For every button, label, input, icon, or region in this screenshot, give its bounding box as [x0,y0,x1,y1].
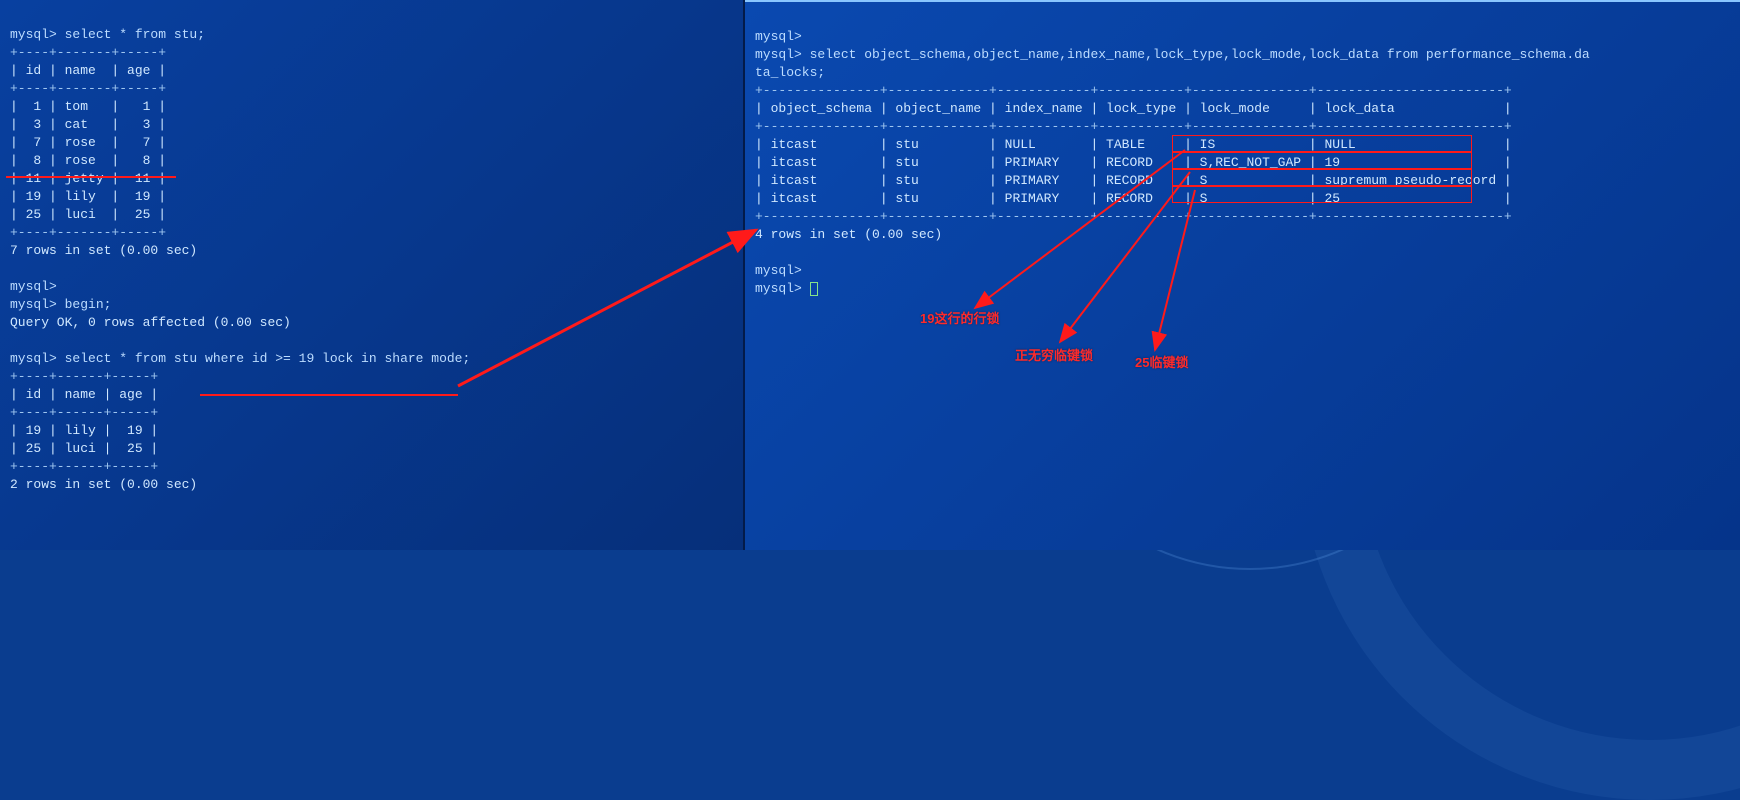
table-row: | itcast | stu | PRIMARY | RECORD | S | … [755,191,1512,206]
sql-prompt: mysql> [10,279,57,294]
table-row: | 25 | luci | 25 | [10,207,166,222]
table-row: | 7 | rose | 7 | [10,135,166,150]
table-header: | id | name | age | [10,387,158,402]
table-row: | itcast | stu | PRIMARY | RECORD | S | … [755,173,1512,188]
sql-line: mysql> select * from stu where id >= 19 … [10,351,470,366]
table-row: | itcast | stu | PRIMARY | RECORD | S,RE… [755,155,1512,170]
mysql-terminal-right[interactable]: mysql> mysql> select object_schema,objec… [745,0,1740,550]
sql-line: mysql> select * from stu; [10,27,205,42]
sql-line: mysql> begin; [10,297,111,312]
table-row: | 11 | jetty | 11 | [10,171,166,186]
table-border: +----+-------+-----+ [10,225,166,240]
table-row: | 8 | rose | 8 | [10,153,166,168]
table-header: | object_schema | object_name | index_na… [755,101,1512,116]
sql-line: mysql> select object_schema,object_name,… [755,47,1590,62]
sql-prompt: mysql> [755,281,818,296]
table-border: +----+-------+-----+ [10,45,166,60]
cursor-icon [810,282,818,296]
table-row: | 19 | lily | 19 | [10,189,166,204]
sql-line-cont: ta_locks; [755,65,825,80]
table-border: +---------------+-------------+---------… [755,209,1512,224]
table-border: +---------------+-------------+---------… [755,119,1512,134]
table-border: +----+------+-----+ [10,369,158,384]
result-summary: 7 rows in set (0.00 sec) [10,243,197,258]
table-border: +----+------+-----+ [10,459,158,474]
table-row: | 3 | cat | 3 | [10,117,166,132]
sql-prompt: mysql> [755,263,802,278]
table-border: +---------------+-------------+---------… [755,83,1512,98]
table-border: +----+------+-----+ [10,405,158,420]
table-row: | 25 | luci | 25 | [10,441,158,456]
table-row: | itcast | stu | NULL | TABLE | IS | NUL… [755,137,1512,152]
sql-prompt: mysql> [755,29,802,44]
table-row: | 1 | tom | 1 | [10,99,166,114]
result-summary: 2 rows in set (0.00 sec) [10,477,197,492]
mysql-terminal-left[interactable]: mysql> select * from stu; +----+-------+… [0,0,745,550]
table-header: | id | name | age | [10,63,166,78]
table-border: +----+-------+-----+ [10,81,166,96]
result-summary: 4 rows in set (0.00 sec) [755,227,942,242]
result-line: Query OK, 0 rows affected (0.00 sec) [10,315,291,330]
table-row: | 19 | lily | 19 | [10,423,158,438]
